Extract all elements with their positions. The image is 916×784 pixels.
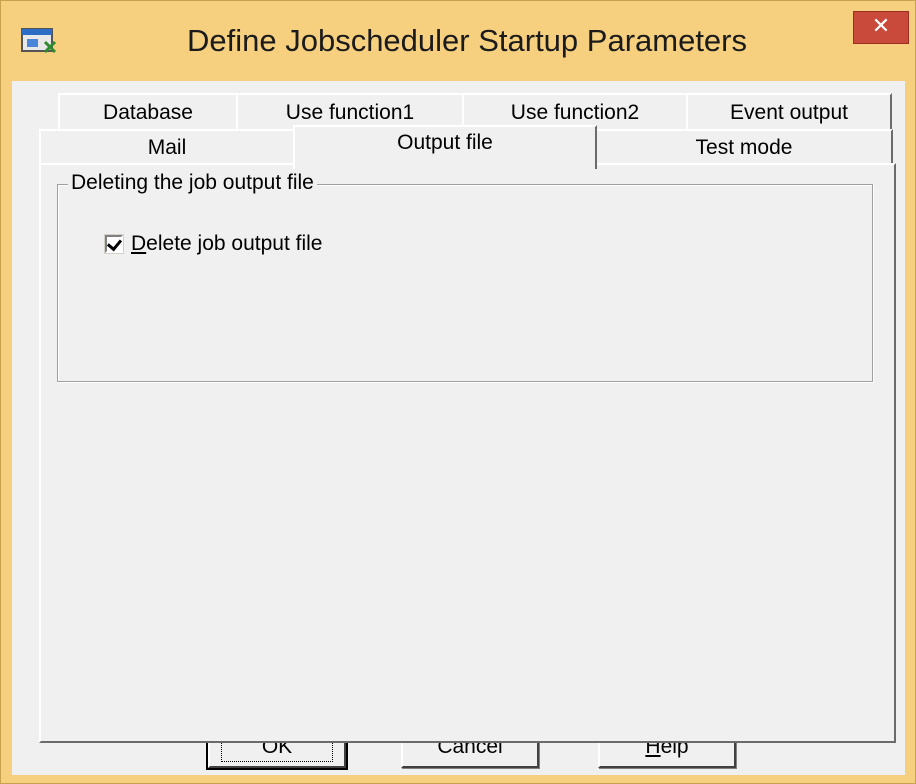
close-icon: ✕ — [871, 14, 891, 39]
tab-event-output[interactable]: Event output — [686, 93, 892, 131]
dialog-window: Define Jobscheduler Startup Parameters ✕… — [0, 0, 916, 784]
close-button[interactable]: ✕ — [853, 11, 909, 44]
groupbox-deleting-output: Deleting the job output file Delete job … — [57, 171, 873, 382]
tab-label: Test mode — [695, 136, 793, 159]
title-bar[interactable]: Define Jobscheduler Startup Parameters ✕ — [1, 1, 915, 81]
delete-job-output-checkbox-row[interactable]: Delete job output file — [105, 232, 322, 256]
tab-test-mode[interactable]: Test mode — [595, 129, 893, 165]
tab-database[interactable]: Database — [58, 93, 238, 131]
mnemonic-letter: D — [131, 232, 147, 255]
tab-label: Mail — [147, 136, 187, 159]
tab-label: Event output — [730, 101, 848, 124]
checkbox-label-rest: elete job output file — [146, 232, 323, 255]
checkbox-label: Delete job output file — [131, 232, 322, 256]
delete-job-output-checkbox[interactable] — [105, 235, 123, 253]
tab-label: Database — [103, 101, 193, 124]
window-title: Define Jobscheduler Startup Parameters — [186, 23, 747, 58]
groupbox-title: Deleting the job output file — [68, 171, 317, 195]
tab-output-file[interactable]: Output file — [293, 125, 597, 169]
dialog-client-area: Database Use function1 Use function2 Eve… — [12, 81, 905, 775]
tab-label: Use function1 — [285, 101, 415, 124]
tab-mail[interactable]: Mail — [39, 129, 295, 165]
tab-label: Output file — [397, 131, 493, 154]
tab-label: Use function2 — [510, 101, 640, 124]
tab-panel-output-file: Deleting the job output file Delete job … — [39, 163, 896, 743]
